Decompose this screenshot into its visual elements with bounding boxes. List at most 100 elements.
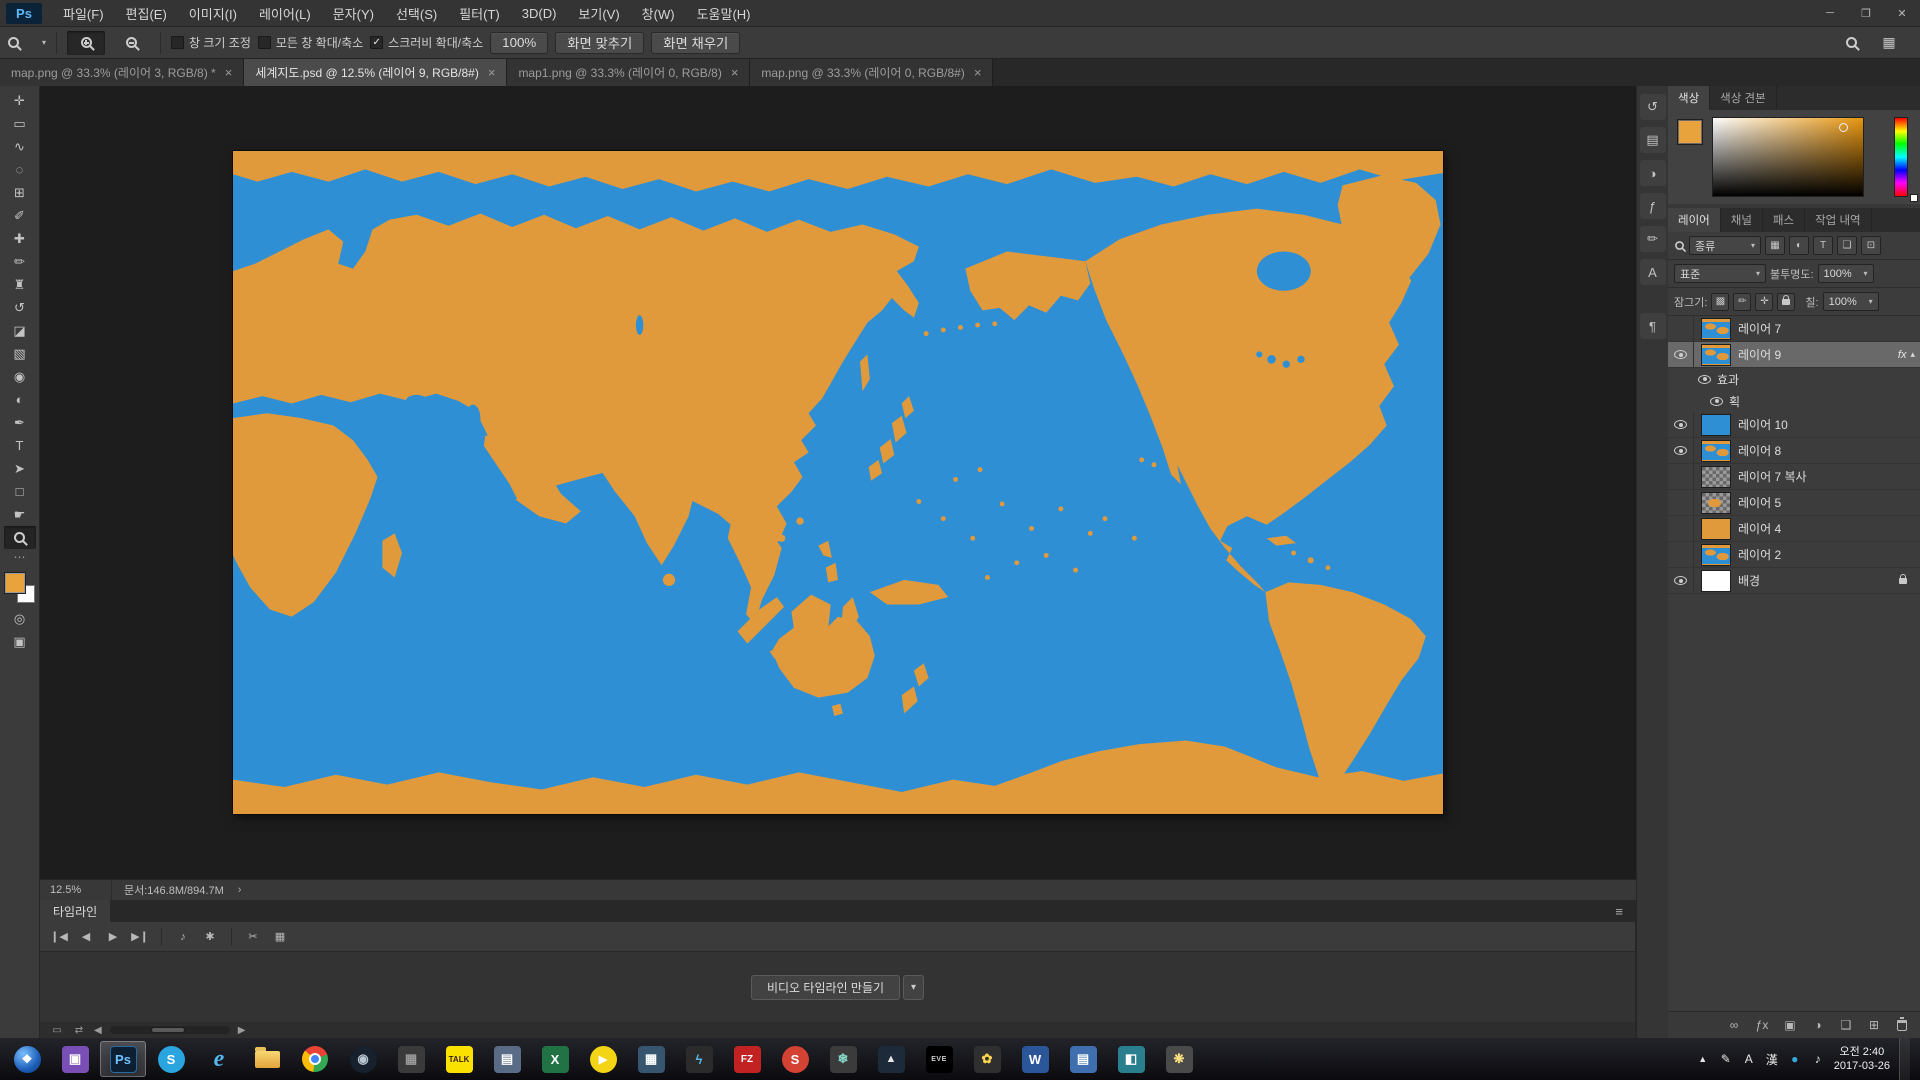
zoom-out-track-icon[interactable]: ◀ [94,1025,102,1036]
taskbar-potplayer[interactable]: ▶ [580,1041,626,1077]
zoom-all-windows-checkbox[interactable]: 모든 창 확대/축소 [258,34,363,51]
layer-thumbnail[interactable] [1701,414,1731,436]
workspace-button[interactable]: ▦ [1876,31,1902,55]
taskbar-flower-app[interactable]: ✿ [964,1041,1010,1077]
menu-filter[interactable]: 필터(T) [448,0,511,26]
tool-lasso[interactable]: ∿ [4,135,36,158]
panel-brush-button[interactable]: ✏ [1640,226,1666,252]
layer-thumbnail[interactable] [1701,318,1731,340]
taskbar-remote-desktop[interactable]: ◧ [1108,1041,1154,1077]
taskbar-calculator[interactable]: ▦ [628,1041,674,1077]
maximize-button[interactable]: ❐ [1848,0,1884,26]
panel-adjustments-button[interactable]: ◑ [1640,160,1666,186]
status-zoom-field[interactable]: 12.5% [40,880,112,900]
visibility-toggle[interactable] [1668,412,1694,437]
mute-audio-button[interactable]: ♪ [174,927,192,947]
delete-layer-button[interactable] [1894,1016,1910,1034]
tab-channels[interactable]: 채널 [1721,208,1763,232]
taskbar-start[interactable]: ❖ [4,1041,50,1077]
tab-color[interactable]: 색상 [1668,86,1710,110]
timeline-zoom-slider[interactable] [110,1026,230,1034]
show-desktop-button[interactable] [1899,1038,1910,1080]
panel-history-button[interactable]: ↺ [1640,94,1666,120]
tab-map1-png[interactable]: map1.png @ 33.3% (레이어 0, RGB/8) × [507,59,750,86]
color-picker-marker[interactable] [1839,123,1848,132]
previous-frame-button[interactable]: ◀ [77,927,95,947]
menu-image[interactable]: 이미지(I) [178,0,248,26]
foreground-color-swatch[interactable] [5,573,25,593]
visibility-toggle[interactable] [1668,542,1694,567]
search-button[interactable] [1838,31,1864,55]
layer-row-2[interactable]: 레이어 2 [1668,542,1920,568]
tool-eyedropper[interactable]: ✐ [4,204,36,227]
resize-windows-checkbox[interactable]: 창 크기 조정 [171,34,251,51]
tab-layers[interactable]: 레이어 [1668,208,1721,232]
menu-type[interactable]: 문자(Y) [322,0,385,26]
new-layer-button[interactable]: ⊞ [1866,1016,1882,1034]
tool-healing-brush[interactable]: ✚ [4,227,36,250]
layer-effects-badge[interactable]: fx ▴ [1898,349,1915,361]
layer-row-background[interactable]: 배경 [1668,568,1920,594]
taskbar-settings-app[interactable]: ❄ [820,1041,866,1077]
menu-window[interactable]: 창(W) [631,0,686,26]
tool-history-brush[interactable]: ↺ [4,296,36,319]
panel-styles-button[interactable]: ƒ [1640,193,1666,219]
taskbar-launcher[interactable]: ▣ [52,1041,98,1077]
taskbar-file-explorer[interactable] [244,1041,290,1077]
tool-marquee[interactable]: ▭ [4,112,36,135]
adjustment-layer-button[interactable]: ◑ [1810,1016,1826,1034]
layer-stroke-effect-row[interactable]: 획 [1668,390,1920,412]
visibility-toggle[interactable] [1668,316,1694,341]
fill-screen-button[interactable]: 화면 채우기 [651,32,740,54]
timeline-settings-button[interactable]: ✱ [201,927,219,947]
tool-dodge[interactable]: ◐ [4,388,36,411]
layer-effects-row[interactable]: 효과 [1668,368,1920,390]
menu-select[interactable]: 선택(S) [385,0,448,26]
layer-thumbnail[interactable] [1701,544,1731,566]
menu-edit[interactable]: 편집(E) [115,0,178,26]
tool-type[interactable]: T [4,434,36,457]
layer-thumbnail[interactable] [1701,344,1731,366]
tool-quick-selection[interactable]: ◌ [4,158,36,181]
panel-paragraph-button[interactable]: ¶ [1640,313,1666,339]
slider-thumb[interactable] [151,1027,185,1033]
visibility-toggle[interactable] [1668,342,1694,367]
layer-row-7-copy[interactable]: 레이어 7 복사 [1668,464,1920,490]
ime-hanja-indicator[interactable]: 漢 [1765,1051,1779,1068]
filter-smart-objects-button[interactable]: ⊡ [1861,236,1881,255]
taskbar-internet-explorer[interactable]: e [196,1041,242,1077]
tool-zoom[interactable] [4,526,36,549]
layer-thumbnail[interactable] [1701,466,1731,488]
tool-shape[interactable]: □ [4,480,36,503]
quick-mask-button[interactable]: ◎ [4,607,36,630]
taskbar-notes[interactable]: ▤ [484,1041,530,1077]
layer-row-9[interactable]: 레이어 9 fx ▴ [1668,342,1920,368]
tool-pen[interactable]: ✒ [4,411,36,434]
tab-close-icon[interactable]: × [488,65,496,80]
tool-move[interactable]: ✛ [4,89,36,112]
link-layers-button[interactable]: ∞ [1726,1016,1742,1034]
filter-kind-dropdown[interactable]: 종류 ▾ [1689,236,1761,255]
taskbar-eve-online[interactable]: EVE [916,1041,962,1077]
tab-close-icon[interactable]: × [731,65,739,80]
tab-paths[interactable]: 패스 [1763,208,1805,232]
hue-slider[interactable] [1894,117,1908,197]
taskbar-paint[interactable]: ❋ [1156,1041,1202,1077]
foreground-color-preview[interactable] [1677,119,1703,145]
tool-path-selection[interactable]: ➤ [4,457,36,480]
close-button[interactable]: ✕ [1884,0,1920,26]
tool-clone-stamp[interactable]: ♜ [4,273,36,296]
taskbar-documents[interactable]: ▤ [1060,1041,1106,1077]
taskbar-photoshop[interactable]: Ps [100,1041,146,1077]
taskbar-utorrent[interactable]: ϟ [676,1041,722,1077]
tab-history[interactable]: 작업 내역 [1805,208,1872,232]
visibility-toggle[interactable] [1668,568,1694,593]
tool-eraser[interactable]: ◪ [4,319,36,342]
first-frame-button[interactable]: ❙◀ [50,927,68,947]
visibility-toggle[interactable] [1668,438,1694,463]
timeline-tab[interactable]: 타임라인 [40,900,110,922]
layer-row-5[interactable]: 레이어 5 [1668,490,1920,516]
menu-help[interactable]: 도움말(H) [686,0,762,26]
status-more-icon[interactable]: › [238,884,242,896]
tab-swatches[interactable]: 색상 견본 [1710,86,1777,110]
